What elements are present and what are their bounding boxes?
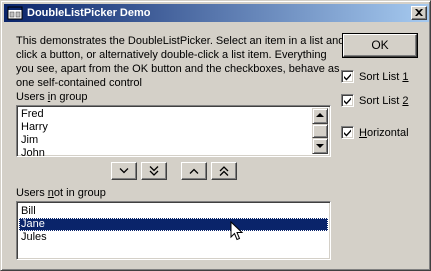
title-bar[interactable]: DoubleListPicker Demo: [4, 4, 429, 22]
sort-list-2-label[interactable]: Sort List 2: [359, 95, 409, 108]
list-item[interactable]: Harry: [19, 121, 48, 134]
label-accelerator: 1: [402, 71, 409, 83]
label-accelerator: 2: [402, 95, 409, 107]
list-item-selected[interactable]: Jane: [19, 218, 328, 231]
label-accelerator: H: [359, 127, 367, 139]
vertical-scrollbar[interactable]: [312, 108, 328, 154]
mouse-pointer-icon: [230, 221, 244, 241]
move-down-button[interactable]: [111, 162, 137, 180]
description-text: This demonstrates the DoubleListPicker. …: [16, 34, 345, 90]
sort-list-2-checkbox[interactable]: [341, 94, 354, 107]
label-part: Users: [16, 91, 48, 103]
chevron-up-icon: [189, 168, 199, 174]
dialog-window: DoubleListPicker Demo This demonstrates …: [0, 0, 431, 271]
checkmark-icon: [344, 97, 351, 105]
list-item[interactable]: Fred: [19, 108, 44, 121]
horizontal-checkbox[interactable]: [341, 126, 354, 139]
sort-list-1-label[interactable]: Sort List 1: [359, 71, 409, 84]
label-part: Users: [16, 187, 48, 199]
scroll-up-button[interactable]: [312, 108, 328, 124]
label-part: n group: [50, 91, 88, 103]
description-line: you see, apart from the OK button and th…: [16, 63, 340, 75]
list-item[interactable]: Bill: [19, 205, 36, 218]
window-title: DoubleListPicker Demo: [27, 7, 151, 19]
description-line: one self-contained control: [16, 77, 142, 89]
checkmark-icon: [344, 73, 351, 81]
chevron-down-icon: [119, 168, 129, 174]
list-item[interactable]: John: [19, 147, 45, 156]
description-line: This demonstrates the DoubleListPicker. …: [16, 35, 345, 47]
double-chevron-down-icon: [149, 166, 159, 176]
scroll-down-button[interactable]: [312, 138, 328, 154]
move-up-button[interactable]: [181, 162, 207, 180]
scroll-down-arrow-icon: [316, 144, 324, 148]
users-in-group-label: Users in group: [16, 91, 88, 104]
checkmark-icon: [344, 129, 351, 137]
ok-button-label: OK: [343, 34, 417, 57]
horizontal-label[interactable]: Horizontal: [359, 127, 409, 140]
double-chevron-up-icon: [219, 166, 229, 176]
description-line: click a button, or alternatively double-…: [16, 49, 327, 61]
app-icon: [7, 6, 23, 20]
sort-list-1-checkbox[interactable]: [341, 70, 354, 83]
label-part: Sort List: [359, 95, 403, 107]
scroll-thumb[interactable]: [312, 124, 328, 138]
label-part: ot in group: [53, 187, 106, 199]
close-icon: [415, 9, 423, 16]
users-not-in-group-label: Users not in group: [16, 187, 106, 200]
list-item[interactable]: Jim: [19, 134, 38, 147]
label-part: orizontal: [366, 127, 409, 139]
scroll-up-arrow-icon: [316, 113, 324, 117]
move-all-up-button[interactable]: [211, 162, 237, 180]
move-all-down-button[interactable]: [141, 162, 167, 180]
users-not-in-group-list[interactable]: Bill Jane Jules: [16, 201, 331, 260]
close-button[interactable]: [411, 6, 427, 20]
list-item[interactable]: Jules: [19, 231, 47, 244]
ok-button[interactable]: OK: [342, 33, 418, 58]
label-part: Sort List: [359, 71, 403, 83]
users-in-group-list[interactable]: Fred Harry Jim John: [16, 105, 331, 157]
